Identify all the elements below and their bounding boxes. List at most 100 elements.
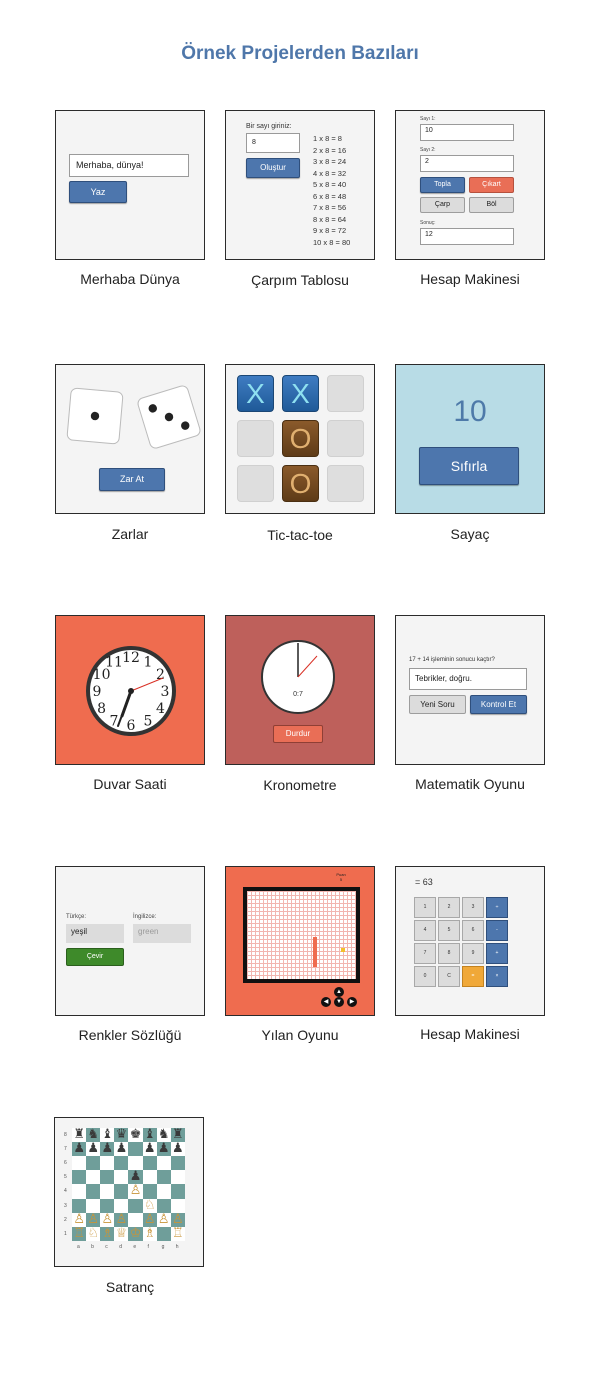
chess-square[interactable]: ♟ — [114, 1141, 129, 1157]
tic-tac-toe-cell[interactable]: O — [282, 420, 319, 457]
chess-square[interactable]: ♙ — [170, 1212, 185, 1227]
tic-tac-toe-cell[interactable]: O — [282, 465, 319, 502]
tic-tac-toe-cell[interactable] — [327, 465, 364, 502]
chess-square[interactable]: ♙ — [86, 1212, 101, 1227]
project-card-calculator-2[interactable]: = 63 1 2 3 ÷ 4 5 6- 7 8 9 +0 C = × — [395, 866, 545, 1016]
multiply-button[interactable]: Çarp — [420, 197, 465, 213]
chess-square[interactable] — [156, 1226, 171, 1241]
number-field[interactable]: 8 — [246, 133, 300, 153]
tic-tac-toe-cell[interactable]: X — [237, 375, 274, 412]
calculator-key[interactable]: 3 — [462, 897, 484, 918]
chess-square[interactable]: ♙ — [114, 1212, 129, 1227]
chess-square[interactable] — [72, 1156, 87, 1171]
calculator-key[interactable]: 0 — [414, 966, 436, 987]
chess-square[interactable]: ♙ — [156, 1212, 171, 1227]
chess-square[interactable] — [86, 1170, 101, 1185]
chess-square[interactable] — [156, 1184, 171, 1199]
calculator-key[interactable]: 7 — [414, 943, 436, 964]
calculator-key[interactable]: 4 — [414, 920, 436, 941]
chess-square[interactable]: ♗ — [142, 1226, 157, 1241]
project-card-color-dictionary[interactable]: Türkçe: yeşil İngilizce: green Çevir — [55, 866, 205, 1016]
chess-square[interactable]: ♗ — [100, 1226, 115, 1241]
chess-square[interactable] — [100, 1156, 115, 1171]
number2-field[interactable]: 2 — [420, 155, 514, 172]
number1-field[interactable]: 10 — [420, 124, 514, 141]
chess-square[interactable]: ♙ — [100, 1212, 115, 1227]
chess-square[interactable]: ♟ — [86, 1141, 101, 1157]
chess-square[interactable] — [170, 1184, 185, 1199]
chess-square[interactable] — [128, 1212, 143, 1227]
project-card-multiplication-table[interactable]: Bir sayı giriniz: 8 Oluştur 1 x 8 = 8 2 x… — [225, 110, 375, 260]
calculator-key[interactable]: 6 — [462, 920, 484, 941]
chess-square[interactable] — [128, 1198, 143, 1213]
chess-square[interactable] — [156, 1170, 171, 1185]
project-card-chess[interactable]: ♜ ♞ ♝ ♛ ♚ ♝ ♞ ♜ 8 ♟ ♟ ♟ ♟ ♟ ♟ ♟ 7 6 ♟ 5 ♙ 4 ♘ 3 ♙ ♙ ♙ ♙ ♙ ♙ ♙ 2 ♖ ♘ ♗ ♕ ♔ ♗ ♖ 1… — [54, 1117, 204, 1267]
create-button[interactable]: Oluştur — [246, 158, 300, 178]
project-card-dice[interactable]: Zar At — [55, 364, 205, 514]
chess-square[interactable] — [142, 1170, 157, 1185]
chess-square[interactable]: ♙ — [128, 1184, 143, 1199]
chess-square[interactable] — [72, 1170, 87, 1185]
chess-square[interactable] — [72, 1184, 87, 1199]
new-question-button[interactable]: Yeni Soru — [409, 695, 466, 714]
calculator-key[interactable]: × — [486, 966, 508, 987]
project-card-tic-tac-toe[interactable]: XXOO — [225, 364, 375, 514]
chess-square[interactable] — [100, 1170, 115, 1185]
chess-square[interactable] — [156, 1198, 171, 1213]
chess-square[interactable] — [86, 1198, 101, 1213]
chess-square[interactable] — [170, 1156, 185, 1171]
chess-square[interactable] — [114, 1198, 129, 1213]
direction-button[interactable]: ▶ — [347, 997, 357, 1007]
chess-square[interactable]: ♟ — [170, 1141, 185, 1157]
chess-square[interactable] — [72, 1198, 87, 1213]
calculator-key[interactable]: 2 — [438, 897, 460, 918]
project-card-stopwatch[interactable]: 0:7 Durdur — [225, 615, 375, 765]
chess-square[interactable]: ♕ — [114, 1226, 129, 1241]
chess-square[interactable] — [142, 1184, 157, 1199]
project-card-calculator[interactable]: Sayı 1: 10 Sayı 2: 2 Topla Çıkart Çarp B… — [395, 110, 545, 260]
chess-square[interactable]: ♟ — [72, 1141, 87, 1157]
calculator-key[interactable]: C — [438, 966, 460, 987]
chess-square[interactable] — [156, 1156, 171, 1171]
chess-square[interactable]: ♘ — [86, 1226, 101, 1241]
calculator-key[interactable]: + — [486, 943, 508, 964]
subtract-button[interactable]: Çıkart — [469, 177, 514, 193]
project-card-hello-world[interactable]: Merhaba, dünya! Yaz — [55, 110, 205, 260]
answer-field[interactable]: Tebrikler, doğru. — [409, 668, 527, 690]
project-card-counter[interactable]: 10 Sıfırla — [395, 364, 545, 514]
chess-square[interactable]: ♔ — [128, 1226, 143, 1241]
chess-square[interactable] — [114, 1170, 129, 1185]
message-field[interactable]: Merhaba, dünya! — [69, 154, 189, 177]
direction-button[interactable]: ▼ — [334, 997, 344, 1007]
calculator-key[interactable]: ÷ — [486, 897, 508, 918]
chess-square[interactable]: ♖ — [170, 1226, 185, 1241]
chess-square[interactable]: ♚ — [128, 1127, 143, 1143]
roll-dice-button[interactable]: Zar At — [99, 468, 165, 491]
chess-square[interactable] — [170, 1170, 185, 1185]
add-button[interactable]: Topla — [420, 177, 465, 193]
check-button[interactable]: Kontrol Et — [470, 695, 527, 714]
direction-button[interactable]: ◀ — [321, 997, 331, 1007]
calculator-key[interactable]: - — [486, 920, 508, 941]
chess-square[interactable] — [100, 1184, 115, 1199]
tic-tac-toe-cell[interactable] — [327, 375, 364, 412]
chess-square[interactable]: ♘ — [142, 1198, 157, 1213]
chess-square[interactable] — [128, 1142, 143, 1157]
chess-square[interactable]: ♟ — [156, 1141, 171, 1157]
chess-square[interactable] — [170, 1198, 185, 1213]
chess-square[interactable] — [86, 1184, 101, 1199]
chess-square[interactable]: ♟ — [100, 1141, 115, 1157]
calculator-key[interactable]: 5 — [438, 920, 460, 941]
calculator-key[interactable]: 8 — [438, 943, 460, 964]
chess-square[interactable] — [86, 1156, 101, 1171]
project-card-math-game[interactable]: 17 + 14 işleminin sonucu kaçtır? Tebrikl… — [395, 615, 545, 765]
tic-tac-toe-cell[interactable]: X — [282, 375, 319, 412]
stop-button[interactable]: Durdur — [273, 725, 323, 743]
calculator-key[interactable]: 1 — [414, 897, 436, 918]
tic-tac-toe-cell[interactable] — [237, 465, 274, 502]
chess-square[interactable] — [114, 1184, 129, 1199]
tic-tac-toe-cell[interactable] — [237, 420, 274, 457]
chess-square[interactable] — [142, 1156, 157, 1171]
write-button[interactable]: Yaz — [69, 181, 127, 203]
chess-square[interactable]: ♙ — [72, 1212, 87, 1227]
